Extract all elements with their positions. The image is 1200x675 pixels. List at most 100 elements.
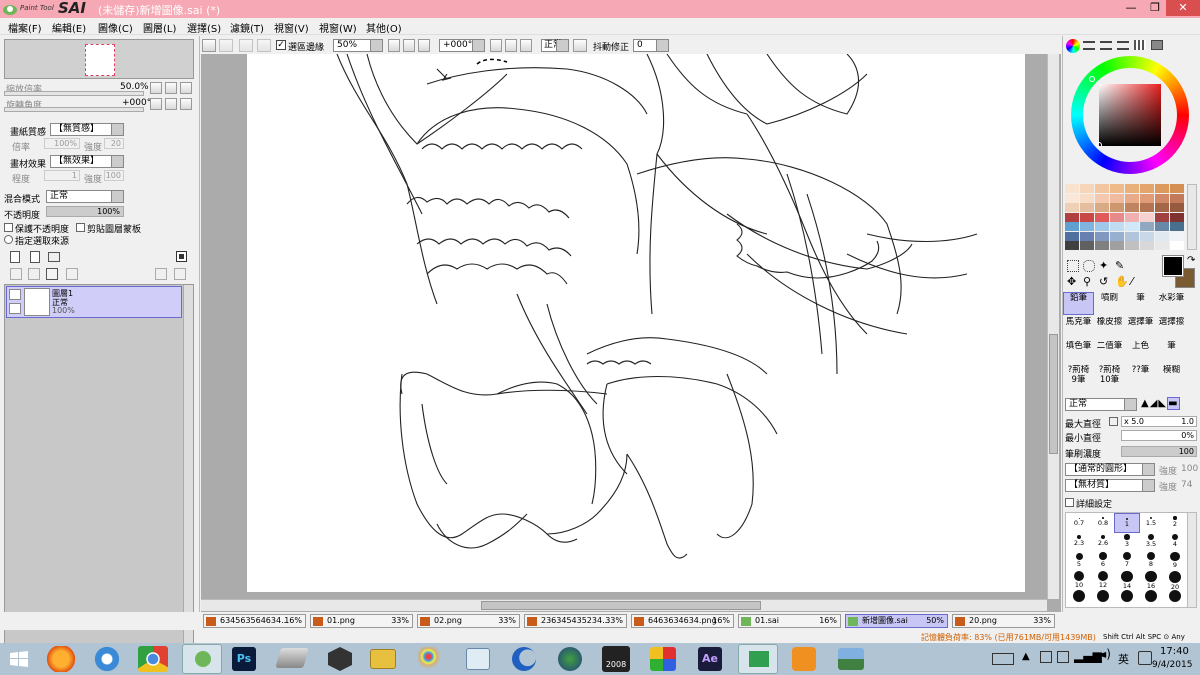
brush-tip-shapes[interactable]: ▲◢◣▬ xyxy=(1141,397,1197,411)
color-swatch[interactable] xyxy=(1080,222,1094,231)
size-preset[interactable]: 2.6 xyxy=(1090,532,1116,552)
horizontal-scroll-thumb[interactable] xyxy=(481,601,761,610)
color-swatch[interactable] xyxy=(1095,212,1109,222)
rotate-left-button[interactable] xyxy=(150,98,162,110)
firefox-icon[interactable] xyxy=(46,646,76,672)
blend-mode-toolbar[interactable]: 正常 xyxy=(541,39,569,52)
color-swatch[interactable] xyxy=(1125,203,1139,212)
color-swatch[interactable] xyxy=(1140,241,1154,250)
color-swatch[interactable] xyxy=(1170,222,1184,231)
photo-viewer-icon[interactable] xyxy=(466,648,490,670)
color-swatch[interactable] xyxy=(1140,222,1154,231)
color-swatch[interactable] xyxy=(1095,241,1109,250)
document-tab-active[interactable]: 新增圖像.sai 50% xyxy=(845,614,948,628)
swap-colors-icon[interactable]: ↷ xyxy=(1187,256,1197,266)
color-swatch[interactable] xyxy=(1095,222,1109,231)
size-preset[interactable]: 12 xyxy=(1090,570,1116,590)
globe-icon[interactable] xyxy=(558,647,582,671)
magic-wand-tool-icon[interactable]: ✦ xyxy=(1099,260,1111,272)
brush-density-slider[interactable]: 100 xyxy=(1121,446,1197,457)
brush-tool[interactable]: 噴刷 xyxy=(1094,292,1125,315)
zoom-out-button[interactable] xyxy=(150,82,162,94)
opacity-slider[interactable]: 100% xyxy=(46,206,124,217)
vertical-scroll-thumb[interactable] xyxy=(1049,334,1058,454)
menu-image[interactable]: 圖像(C) xyxy=(98,20,133,35)
colors-icon[interactable] xyxy=(650,647,676,671)
scratchpad-tab-icon[interactable] xyxy=(1151,40,1163,50)
color-swatch[interactable] xyxy=(1125,241,1139,250)
color-swatch[interactable] xyxy=(1065,203,1079,212)
menu-view[interactable]: 視窗(V) xyxy=(274,20,309,35)
canvas-vertical-scrollbar[interactable] xyxy=(1047,54,1059,599)
document-tab[interactable]: 01.sai 16% xyxy=(738,614,841,628)
crescent-icon[interactable] xyxy=(512,647,536,671)
color-swatch[interactable] xyxy=(1140,203,1154,212)
chrome-icon[interactable] xyxy=(138,646,168,672)
folder-icon[interactable] xyxy=(370,649,396,669)
layer-settings-icon[interactable] xyxy=(174,268,186,280)
color-swatch[interactable] xyxy=(1065,193,1079,203)
sai-icon[interactable] xyxy=(182,644,222,674)
effect-degree-value[interactable]: 1 xyxy=(44,170,80,181)
hue-marker[interactable] xyxy=(1089,76,1095,82)
effect-select[interactable]: 【無效果】 xyxy=(50,155,124,168)
keyboard-icon[interactable] xyxy=(992,653,1014,665)
clock-time[interactable]: 17:40 xyxy=(1160,646,1189,657)
size-preset[interactable] xyxy=(1114,589,1140,609)
clear-layer-icon[interactable] xyxy=(46,268,58,280)
brush-tool[interactable]: 筆 xyxy=(1156,340,1187,363)
move-tool-icon[interactable]: ✥ xyxy=(1067,276,1079,288)
menu-edit[interactable]: 編輯(E) xyxy=(52,20,86,35)
color-swatch[interactable] xyxy=(1155,184,1169,193)
color-swatch[interactable] xyxy=(1155,231,1169,241)
flip-horizontal-button[interactable] xyxy=(573,39,587,52)
menu-filter[interactable]: 濾鏡(T) xyxy=(230,20,264,35)
color-swatch[interactable] xyxy=(1155,203,1169,212)
drawing-canvas[interactable] xyxy=(247,53,1025,592)
hue-ring[interactable] xyxy=(1071,56,1189,174)
size-preset[interactable]: 9 xyxy=(1162,551,1188,571)
rotate-reset-tool-button[interactable] xyxy=(520,39,532,52)
rotate-reset-button[interactable] xyxy=(180,98,192,110)
brush-tool[interactable]: 二值筆 xyxy=(1094,340,1125,363)
minimize-button[interactable]: — xyxy=(1118,0,1144,16)
color-swatch[interactable] xyxy=(1140,212,1154,222)
color-swatch[interactable] xyxy=(1110,184,1124,193)
document-tab[interactable]: 01.png 33% xyxy=(310,614,413,628)
hsv-slider-tab-icon[interactable] xyxy=(1100,41,1112,50)
layer-list-scrollbar[interactable] xyxy=(183,285,193,647)
photoshop-icon[interactable]: Ps xyxy=(232,647,256,671)
size-preset[interactable]: 6 xyxy=(1090,551,1116,571)
color-swatch[interactable] xyxy=(1110,222,1124,231)
blend-mode-select[interactable]: 正常 xyxy=(46,190,124,203)
color-swatch[interactable] xyxy=(1140,184,1154,193)
color-swatch[interactable] xyxy=(1170,193,1184,203)
color-swatch[interactable] xyxy=(1065,212,1079,222)
document-tab[interactable]: 6463634634.png 16% xyxy=(631,614,734,628)
rotate-tool-icon[interactable]: ↺ xyxy=(1099,276,1111,288)
size-preset[interactable]: 5 xyxy=(1066,551,1092,571)
size-preset[interactable]: 0.7 xyxy=(1066,513,1092,533)
color-swatch[interactable] xyxy=(1065,241,1079,250)
canvas-horizontal-scrollbar[interactable] xyxy=(201,599,1047,611)
zoom-select[interactable]: 50% xyxy=(333,39,383,52)
color-swatch[interactable] xyxy=(1155,212,1169,222)
color-swatch[interactable] xyxy=(1110,203,1124,212)
green-window-icon[interactable] xyxy=(738,644,778,674)
color-swatch[interactable] xyxy=(1080,241,1094,250)
color-swatch[interactable] xyxy=(1065,184,1079,193)
color-swatch[interactable] xyxy=(1110,241,1124,250)
close-button[interactable]: ✕ xyxy=(1166,0,1200,16)
size-preset[interactable] xyxy=(1162,589,1188,609)
document-tab[interactable]: 236345435234... 33% xyxy=(524,614,627,628)
navigator-viewport[interactable] xyxy=(85,44,115,76)
color-swatch[interactable] xyxy=(1095,231,1109,241)
color-swatch[interactable] xyxy=(1170,241,1184,250)
size-preset[interactable]: 20 xyxy=(1162,570,1188,591)
document-tab[interactable]: 02.png 33% xyxy=(417,614,520,628)
brush-tool[interactable]: 橡皮擦 xyxy=(1094,316,1125,339)
swatches-tab-icon[interactable] xyxy=(1134,40,1146,50)
brush-tool[interactable]: 填色筆 xyxy=(1063,340,1094,363)
select-edge-checkbox[interactable]: ✓ xyxy=(276,40,286,50)
rotate-cw-button[interactable] xyxy=(505,39,517,52)
